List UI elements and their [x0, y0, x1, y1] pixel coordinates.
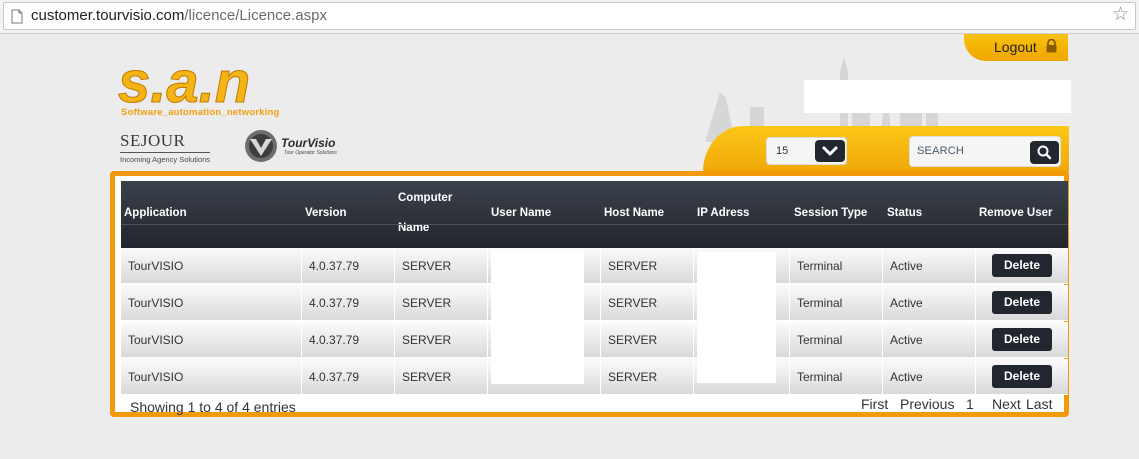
sejour-subtitle: Incoming Agency Solutions	[120, 155, 211, 164]
logout-button[interactable]: Logout	[964, 34, 1068, 61]
cell-status: Active	[883, 359, 976, 395]
tourvisio-name: TourVisio	[281, 136, 336, 150]
cell-computer: SERVER	[395, 248, 488, 284]
bookmark-star-icon[interactable]: ☆	[1112, 5, 1129, 25]
search-input[interactable]: SEARCH	[909, 136, 1061, 167]
cell-version: 4.0.37.79	[302, 322, 395, 358]
sejour-name: SEJOUR	[120, 131, 210, 153]
search-placeholder: SEARCH	[917, 145, 965, 157]
cell-host: SERVER	[601, 359, 694, 395]
table-row: TourVISIO 4.0.37.79 SERVER SERVER Termin…	[121, 359, 1068, 395]
cell-version: 4.0.37.79	[302, 359, 395, 395]
pagination-last[interactable]: Last	[1026, 396, 1052, 412]
column-ip-address[interactable]: IP Adress	[697, 207, 749, 219]
url-text: customer.tourvisio.com/licence/Licence.a…	[31, 7, 327, 24]
delete-button[interactable]: Delete	[992, 365, 1052, 388]
pagination-next[interactable]: Next	[992, 396, 1021, 412]
column-computer-name[interactable]: Computer	[398, 192, 452, 204]
cell-host: SERVER	[601, 248, 694, 284]
search-button[interactable]	[1030, 141, 1059, 164]
page-icon	[11, 9, 23, 24]
column-version[interactable]: Version	[305, 207, 347, 219]
cell-computer: SERVER	[395, 322, 488, 358]
pagination-first[interactable]: First	[861, 396, 888, 412]
cell-session: Terminal	[790, 285, 883, 321]
logout-label: Logout	[994, 39, 1037, 55]
cell-version: 4.0.37.79	[302, 248, 395, 284]
search-icon	[1037, 145, 1052, 160]
licence-table: Application Version Computer Name User N…	[110, 171, 1069, 417]
table-row: TourVISIO 4.0.37.79 SERVER SERVER Termin…	[121, 248, 1068, 284]
browser-address-bar: customer.tourvisio.com/licence/Licence.a…	[0, 0, 1139, 34]
cell-session: Terminal	[790, 359, 883, 395]
cell-session: Terminal	[790, 322, 883, 358]
page-size-value: 15	[776, 145, 789, 157]
redacted-ip-addresses	[697, 252, 776, 383]
table-header: Application Version Computer Name User N…	[121, 181, 1068, 248]
cell-computer: SERVER	[395, 285, 488, 321]
cell-version: 4.0.37.79	[302, 285, 395, 321]
url-field[interactable]: customer.tourvisio.com/licence/Licence.a…	[3, 2, 1136, 30]
cell-status: Active	[883, 322, 976, 358]
cell-status: Active	[883, 285, 976, 321]
lock-icon	[1046, 39, 1057, 53]
pagination-page-1[interactable]: 1	[966, 396, 974, 412]
tourvisio-subtitle: Tour Operator Solutions	[284, 150, 337, 156]
column-status[interactable]: Status	[887, 207, 922, 219]
svg-text:s.a.n: s.a.n	[118, 56, 250, 108]
user-info-box	[804, 80, 1071, 113]
column-session-type[interactable]: Session Type	[794, 207, 867, 219]
cell-application: TourVISIO	[121, 359, 302, 395]
cell-status: Active	[883, 248, 976, 284]
redacted-user-names	[491, 251, 584, 384]
chevron-down-icon	[822, 146, 838, 156]
cell-application: TourVISIO	[121, 248, 302, 284]
san-tagline: Software_automation_networking	[121, 107, 280, 118]
url-path: /licence/Licence.aspx	[184, 7, 327, 24]
pagination-previous[interactable]: Previous	[900, 396, 954, 412]
column-remove-user[interactable]: Remove User	[979, 207, 1053, 219]
cell-host: SERVER	[601, 285, 694, 321]
page-size-select[interactable]: 15	[766, 137, 847, 165]
url-domain: customer.tourvisio.com	[31, 7, 185, 24]
san-logo: s.a.n	[118, 56, 251, 108]
header-divider	[121, 224, 1068, 225]
column-application[interactable]: Application	[124, 207, 187, 219]
delete-button[interactable]: Delete	[992, 254, 1052, 277]
delete-button[interactable]: Delete	[992, 291, 1052, 314]
column-user-name[interactable]: User Name	[491, 207, 551, 219]
page-size-dropdown-button[interactable]	[815, 140, 845, 162]
cell-host: SERVER	[601, 322, 694, 358]
cell-computer: SERVER	[395, 359, 488, 395]
table-row: TourVISIO 4.0.37.79 SERVER SERVER Termin…	[121, 322, 1068, 358]
cell-session: Terminal	[790, 248, 883, 284]
sejour-logo: SEJOUR Incoming Agency Solutions	[120, 131, 210, 164]
table-info: Showing 1 to 4 of 4 entries	[130, 399, 296, 415]
cell-application: TourVISIO	[121, 322, 302, 358]
cell-application: TourVISIO	[121, 285, 302, 321]
delete-button[interactable]: Delete	[992, 328, 1052, 351]
column-host-name[interactable]: Host Name	[604, 207, 664, 219]
tourvisio-emblem-icon	[245, 130, 277, 162]
table-row: TourVISIO 4.0.37.79 SERVER SERVER Termin…	[121, 285, 1068, 321]
